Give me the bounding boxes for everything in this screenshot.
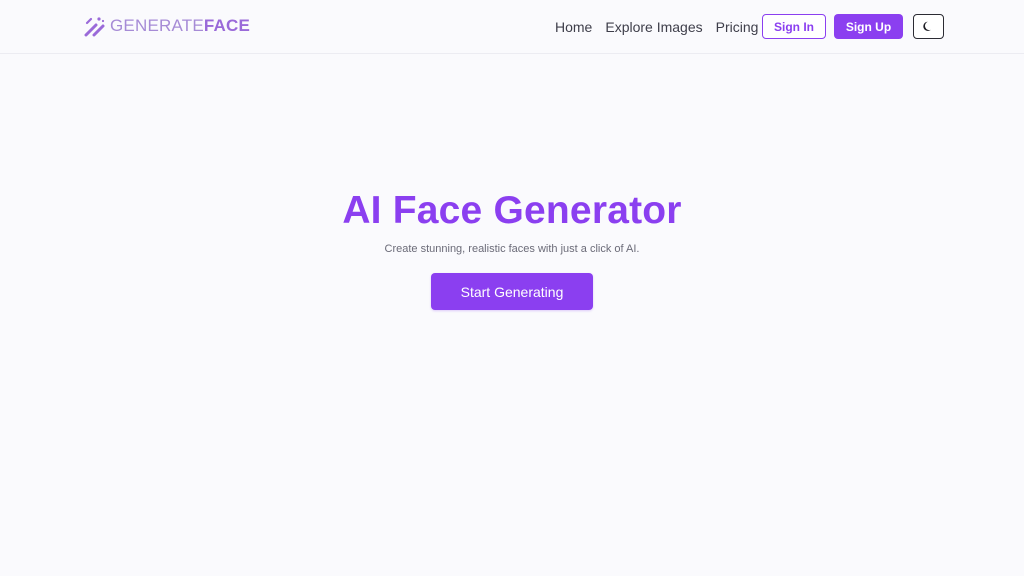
logo-text-bold: FACE xyxy=(203,16,250,35)
top-navbar: GENERATEFACE Home Explore Images Pricing… xyxy=(0,0,1024,54)
nav-link-explore-images[interactable]: Explore Images xyxy=(605,18,702,36)
sign-up-button[interactable]: Sign Up xyxy=(834,14,903,39)
logo-link[interactable]: GENERATEFACE xyxy=(84,15,250,37)
nav-link-home[interactable]: Home xyxy=(555,18,592,36)
main-nav: Home Explore Images Pricing xyxy=(555,18,771,36)
theme-toggle-button[interactable] xyxy=(913,14,944,39)
hero-title: AI Face Generator xyxy=(342,189,682,232)
moon-icon xyxy=(923,21,931,31)
magic-wand-icon xyxy=(84,17,105,37)
start-generating-button[interactable]: Start Generating xyxy=(431,273,593,310)
logo-text: GENERATEFACE xyxy=(110,16,250,36)
logo-text-light: GENERATE xyxy=(110,16,204,35)
hero-subtitle: Create stunning, realistic faces with ju… xyxy=(384,243,640,255)
nav-link-pricing[interactable]: Pricing xyxy=(716,18,759,36)
sign-in-button[interactable]: Sign In xyxy=(762,14,826,39)
